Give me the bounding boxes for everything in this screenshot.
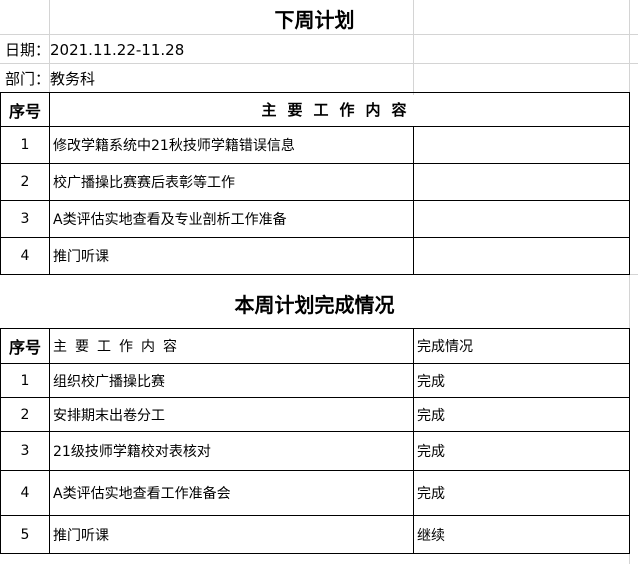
row-number: 1: [0, 363, 50, 398]
row-number: 3: [0, 200, 50, 238]
this-week-title: 本周计划完成情况: [234, 292, 395, 317]
date-line: 日期：2021.11.22-11.28: [5, 40, 185, 59]
row-status: 完成: [413, 363, 630, 398]
row-number: 1: [0, 126, 50, 164]
row-number: 3: [0, 431, 50, 471]
header-content: 主要工作内容: [49, 92, 630, 127]
row-content: 推门听课: [49, 237, 414, 275]
header-number: 序号: [0, 328, 50, 364]
row-content: 推门听课: [49, 515, 414, 554]
row-extra: [413, 126, 630, 164]
row-number: 4: [0, 237, 50, 275]
row-content: 组织校广播操比赛: [49, 363, 414, 398]
row-extra: [413, 200, 630, 238]
row-number: 2: [0, 397, 50, 432]
header-number: 序号: [0, 92, 50, 127]
row-content: A类评估实地查看及专业剖析工作准备: [49, 200, 414, 238]
row-extra: [413, 163, 630, 201]
spreadsheet: 下周计划 日期：2021.11.22-11.28 部门：教务科 序号 主要工作内…: [0, 0, 638, 564]
row-content: 修改学籍系统中21秋技师学籍错误信息: [49, 126, 414, 164]
row-status: 完成: [413, 431, 630, 471]
next-week-title: 下周计划: [274, 7, 355, 32]
row-content: A类评估实地查看工作准备会: [49, 470, 414, 516]
row-extra: [413, 237, 630, 275]
header-status: 完成情况: [413, 328, 630, 364]
row-content: 21级技师学籍校对表核对: [49, 431, 414, 471]
row-content: 安排期末出卷分工: [49, 397, 414, 432]
row-status: 继续: [413, 515, 630, 554]
row-number: 5: [0, 515, 50, 554]
row-number: 2: [0, 163, 50, 201]
row-number: 4: [0, 470, 50, 516]
row-status: 完成: [413, 397, 630, 432]
department-line: 部门：教务科: [5, 69, 96, 88]
row-status: 完成: [413, 470, 630, 516]
row-content: 校广播操比赛赛后表彰等工作: [49, 163, 414, 201]
header-content: 主要工作内容: [49, 328, 414, 364]
